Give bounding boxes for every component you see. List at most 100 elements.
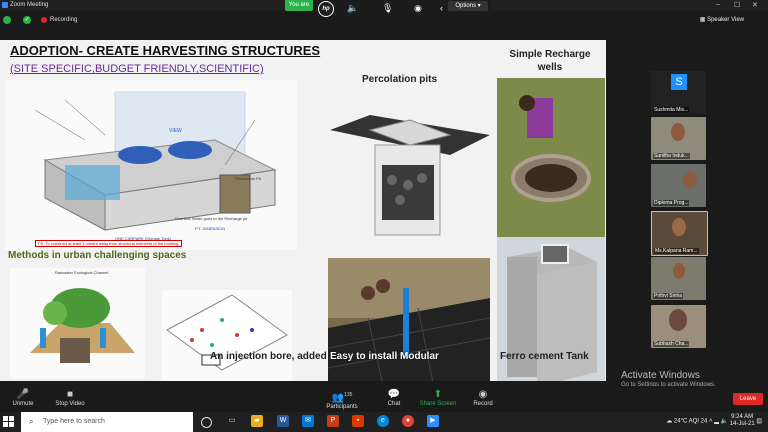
security-shield-icon[interactable] xyxy=(3,16,11,24)
ferro-cement-tank-label: Ferro cement Tank xyxy=(500,351,589,362)
recording-label: Recording xyxy=(50,17,78,23)
search-placeholder: Type here to search xyxy=(43,418,105,425)
participant-name: Prithvi Sinha xyxy=(653,293,684,299)
modular-label: Easy to install Modular xyxy=(330,351,439,362)
word-icon[interactable]: W xyxy=(277,415,289,427)
participants-count: 135 xyxy=(344,392,353,398)
share-screen-icon: ⬆ xyxy=(433,389,443,400)
diagram-view-label: VIEW xyxy=(169,128,182,134)
zoom-taskbar-icon[interactable]: ▶ xyxy=(427,415,439,427)
participant-name: Sushmita Mis... xyxy=(653,107,690,113)
diagram-recharge-label: P.T. DIMENSION xyxy=(195,226,225,231)
participants-label: Participants xyxy=(326,404,358,411)
modular-installation-photo xyxy=(328,258,490,381)
participant-tile[interactable]: Subhash Cha... xyxy=(651,305,706,348)
avatar: S xyxy=(671,74,687,90)
viewing-share-tag[interactable]: You are xyxy=(285,0,313,11)
broadcast-icon[interactable]: ◉ xyxy=(414,3,422,14)
task-view-icon[interactable]: ▭ xyxy=(226,415,238,427)
participant-tile[interactable]: Sunitha Induk... xyxy=(651,117,706,160)
participant-name: Subhash Cha... xyxy=(653,341,690,347)
recharge-wells-title: Simple Recharge wells xyxy=(509,49,591,73)
methods-heading: Methods in urban challenging spaces xyxy=(8,250,187,261)
microphone-icon[interactable]: 🎙 xyxy=(382,3,393,14)
participant-tile[interactable]: Diploma Prog... xyxy=(651,164,706,207)
participant-name: Sunitha Induk... xyxy=(653,153,690,159)
volume-icon[interactable]: 🔈 xyxy=(347,3,358,14)
chevron-left-icon[interactable]: ‹ xyxy=(440,3,443,13)
activate-windows-title: Activate Windows xyxy=(621,370,700,381)
aqi-value: AQI 24 xyxy=(688,418,708,425)
options-label: Options xyxy=(455,3,476,9)
chat-label: Chat xyxy=(387,401,401,407)
slide-subtitle: (SITE SPECIFIC,BUDGET FRIENDLY,SCIENTIFI… xyxy=(10,63,264,75)
search-icon: ⌕ xyxy=(29,417,34,426)
unmute-button[interactable]: 🎤 Unmute xyxy=(8,389,38,407)
video-camera-icon: ■ xyxy=(66,389,74,400)
participants-button[interactable]: 👥135 Participants xyxy=(322,389,362,410)
diagram-percolation-label: Percolation Pit xyxy=(235,176,262,181)
maximize-icon[interactable]: ☐ xyxy=(734,1,740,9)
encryption-check-icon[interactable]: ✓ xyxy=(23,16,31,24)
participant-video xyxy=(683,172,697,188)
diagram-flow-label: Overflow Water goes to the Recharge pit xyxy=(175,216,248,221)
percolation-pit-illustration xyxy=(330,115,490,236)
record-label: Record xyxy=(473,401,493,407)
participants-icon: 👥135 xyxy=(331,392,353,404)
clock[interactable]: 9:24 AM 14-Jul-21 xyxy=(730,414,755,428)
unmute-label: Unmute xyxy=(12,401,34,407)
chat-icon: 💬 xyxy=(387,389,401,400)
participant-name: Diploma Prog... xyxy=(653,200,690,206)
recording-icon xyxy=(41,17,47,23)
share-screen-button[interactable]: ⬆ Share Screen xyxy=(418,389,458,407)
windows-start-icon[interactable] xyxy=(3,416,14,427)
record-icon: ◉ xyxy=(478,389,488,400)
options-button[interactable]: Options ▾ xyxy=(448,1,488,11)
cortana-icon[interactable] xyxy=(201,417,212,428)
harvesting-structure-diagram: VIEW ONE CARPARK (Storage Tank) Overflow… xyxy=(5,80,297,250)
chat-button[interactable]: 💬 Chat xyxy=(382,389,406,407)
edge-icon[interactable]: e xyxy=(377,415,389,427)
speaker-view-button[interactable]: ▦ Speaker View xyxy=(700,16,744,23)
taskbar-search-input[interactable]: ⌕ Type here to search xyxy=(21,412,193,432)
participant-name: Ms.Kalpana Ram... xyxy=(654,248,699,254)
system-tray: ☁ 24°C AQI 24 ˄ ▂ 🔈 9:24 AM 14-Jul-21 ▤ xyxy=(666,414,762,428)
weather-icon: ☁ xyxy=(666,418,673,425)
hp-logo-icon: hp xyxy=(318,1,334,17)
participant-video xyxy=(673,263,685,279)
participant-video xyxy=(669,309,687,331)
active-speaker-tile[interactable]: Ms.Kalpana Ram... xyxy=(651,211,708,256)
percolation-pits-title: Percolation pits xyxy=(362,74,438,85)
muted-microphone-icon: 🎤 xyxy=(16,389,30,400)
slide-title: ADOPTION- CREATE HARVESTING STRUCTURES xyxy=(10,43,321,58)
stop-video-label: Stop Video xyxy=(55,401,85,407)
injection-bore-label: An injection bore, added xyxy=(210,351,327,362)
window-title: Zoom Meeting xyxy=(10,2,49,8)
chevron-up-icon[interactable]: ˄ xyxy=(709,419,713,425)
injection-bore-plan xyxy=(162,290,292,381)
participant-video xyxy=(672,218,686,236)
minimize-icon[interactable]: – xyxy=(716,1,720,8)
office-icon[interactable]: ▪ xyxy=(352,415,364,427)
weather-temp: 24°C xyxy=(673,418,688,425)
shared-slide: ADOPTION- CREATE HARVESTING STRUCTURES (… xyxy=(0,40,606,381)
participant-tile[interactable]: Prithvi Sinha xyxy=(651,257,706,300)
close-icon[interactable]: ✕ xyxy=(752,1,758,9)
speaker-view-label: Speaker View xyxy=(707,17,744,23)
notifications-icon[interactable]: ▤ xyxy=(756,419,762,425)
chrome-icon[interactable]: ● xyxy=(402,415,414,427)
network-icon[interactable]: ▂ xyxy=(714,419,719,425)
file-explorer-icon[interactable]: ▰ xyxy=(251,415,263,427)
record-button[interactable]: ◉ Record xyxy=(470,389,496,407)
recharge-well-photo xyxy=(497,78,605,244)
powerpoint-icon[interactable]: P xyxy=(327,415,339,427)
share-screen-label: Share Screen xyxy=(419,401,457,407)
bioswale-title: Rainwater Ecological Channel xyxy=(55,270,109,275)
outlook-icon[interactable]: ✉ xyxy=(302,415,314,427)
clock-date: 14-Jul-21 xyxy=(729,421,755,427)
volume-tray-icon[interactable]: 🔈 xyxy=(720,419,727,425)
bioswale-illustration xyxy=(10,268,145,378)
leave-button[interactable]: Leave xyxy=(733,393,763,405)
construction-note: PS: To construct at least 3 meters away … xyxy=(35,240,183,247)
stop-video-button[interactable]: ■ Stop Video xyxy=(52,389,88,407)
